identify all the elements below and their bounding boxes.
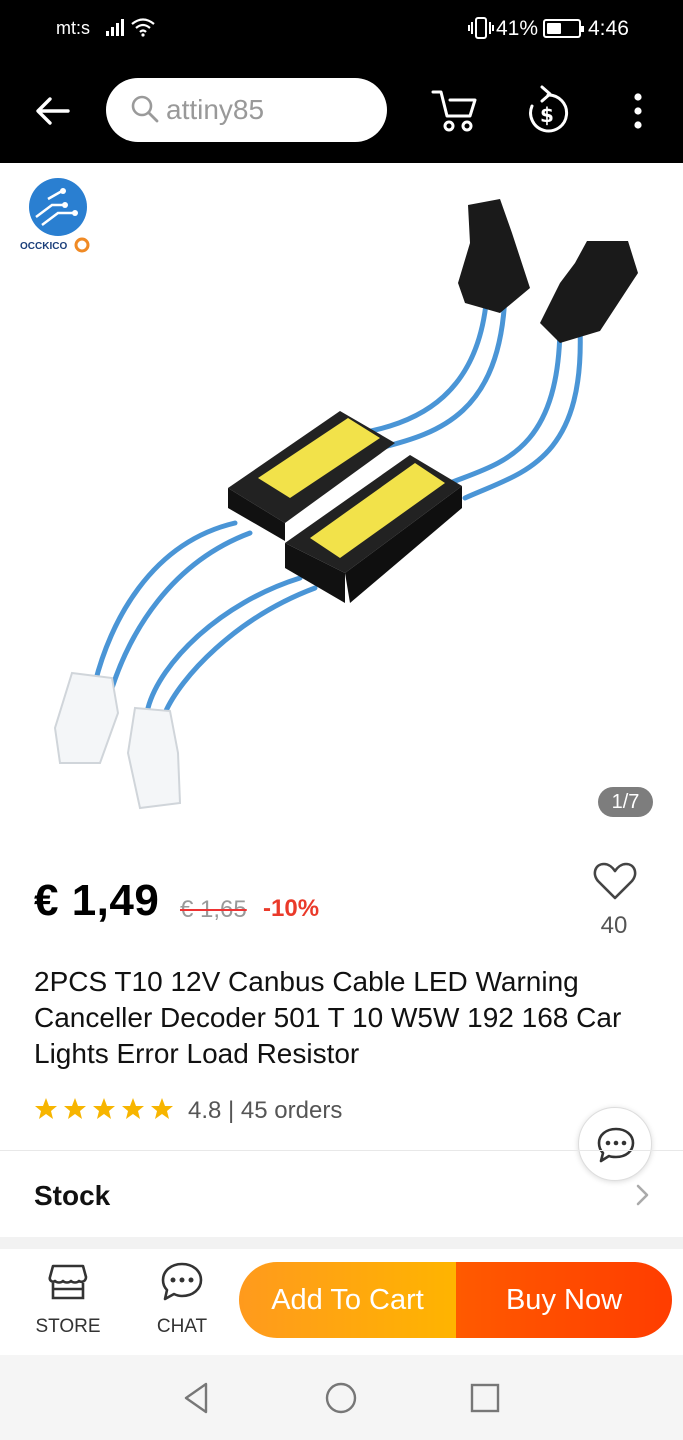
- store-logo-text: OCCKICO: [20, 241, 67, 252]
- search-input[interactable]: [166, 91, 366, 129]
- search-bar[interactable]: [106, 78, 387, 142]
- nav-back-icon[interactable]: [180, 1381, 214, 1415]
- back-arrow-icon[interactable]: [32, 90, 74, 132]
- section-divider: [0, 1237, 683, 1249]
- product-title: 2PCS T10 12V Canbus Cable LED Warning Ca…: [34, 966, 622, 1069]
- battery-percent: 41%: [496, 17, 539, 40]
- carrier-label: mt:s: [56, 18, 90, 38]
- system-navigation-bar: [0, 1355, 683, 1440]
- nav-home-icon[interactable]: [324, 1381, 358, 1415]
- vibrate-icon: [468, 17, 494, 39]
- chat-icon: [161, 1262, 203, 1301]
- rating-stars: [35, 1098, 173, 1119]
- status-bar: mt:s 41% 4:46: [0, 0, 683, 60]
- original-price: € 1,65: [180, 896, 247, 923]
- chat-button[interactable]: CHAT: [134, 1261, 230, 1345]
- wifi-icon: [131, 18, 155, 37]
- search-icon: [131, 95, 159, 123]
- chevron-right-icon[interactable]: [630, 1182, 654, 1208]
- store-label: STORE: [35, 1316, 101, 1337]
- signal-icon: [106, 19, 124, 36]
- store-button[interactable]: STORE: [20, 1261, 116, 1345]
- cart-icon[interactable]: [430, 86, 480, 134]
- product-image-gallery[interactable]: OCCKICO 1/7: [0, 163, 683, 843]
- floating-chat-button[interactable]: [578, 1107, 652, 1181]
- clock: 4:46: [588, 17, 629, 40]
- svg-text:$: $: [540, 103, 554, 127]
- battery-icon: [543, 19, 584, 38]
- add-to-cart-button[interactable]: Add To Cart: [239, 1262, 456, 1338]
- chat-label: CHAT: [156, 1316, 208, 1337]
- chat-bubble-icon: [597, 1127, 635, 1163]
- current-price: € 1,49: [34, 876, 160, 925]
- product-image: [53, 199, 638, 810]
- bottom-action-bar: STORE CHAT Add To Cart Buy Now: [0, 1249, 683, 1355]
- discount-badge: -10%: [263, 895, 320, 922]
- store-logo[interactable]: OCCKICO: [18, 177, 98, 253]
- store-icon: [48, 1264, 88, 1300]
- more-vertical-icon[interactable]: [624, 90, 652, 132]
- wishlist-heart-icon[interactable]: [592, 860, 638, 902]
- nav-recents-icon[interactable]: [468, 1381, 502, 1415]
- wishlist-count: 40: [600, 912, 628, 939]
- stock-label[interactable]: Stock: [34, 1180, 110, 1212]
- divider: [0, 1150, 683, 1151]
- top-nav: $: [0, 60, 683, 163]
- image-counter: 1/7: [598, 787, 653, 817]
- buy-now-button[interactable]: Buy Now: [456, 1262, 672, 1338]
- rating-text: 4.8 | 45 orders: [188, 1097, 343, 1124]
- coin-dollar-icon[interactable]: $: [522, 82, 572, 138]
